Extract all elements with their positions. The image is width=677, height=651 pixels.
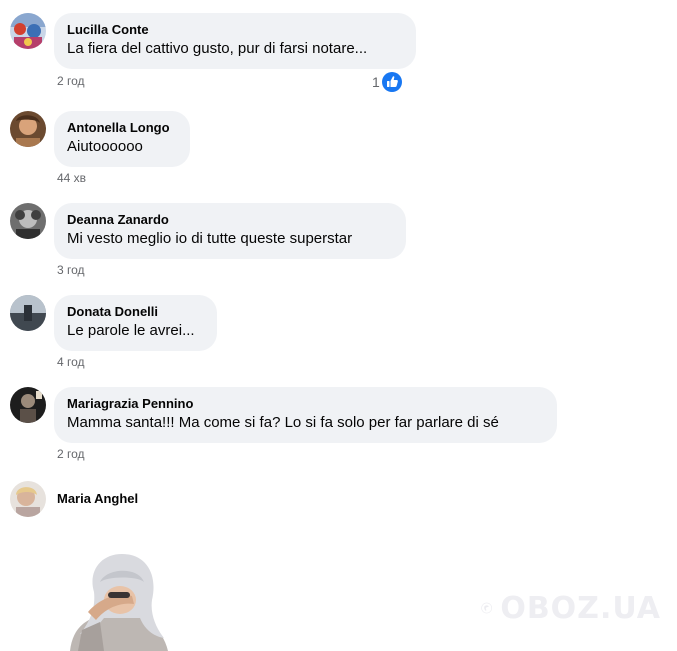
reaction-summary[interactable]: 1 (372, 72, 402, 92)
reaction-count: 1 (372, 74, 380, 90)
comment-author[interactable]: Mariagrazia Pennino (67, 396, 544, 412)
avatar[interactable] (10, 387, 46, 423)
avatar-image (10, 111, 46, 147)
comment-time[interactable]: 2 год (57, 447, 85, 461)
comment-text: Aiutoooooo (67, 138, 143, 155)
comment-author[interactable]: Maria Anghel (57, 491, 138, 506)
sticker-image[interactable] (60, 552, 174, 651)
avatar-image (10, 481, 46, 517)
comment-text: Mi vesto meglio io di tutte queste super… (67, 230, 353, 247)
comment-author[interactable]: Donata Donelli (67, 304, 204, 320)
watermark: OBOZ.UA (481, 578, 661, 638)
avatar-image (10, 13, 46, 49)
comment-author[interactable]: Lucilla Conte (67, 22, 403, 38)
avatar[interactable] (10, 295, 46, 331)
avatar-image (10, 387, 46, 423)
comment-author[interactable]: Antonella Longo (67, 120, 177, 136)
avatar[interactable] (10, 111, 46, 147)
globe-icon (481, 602, 493, 614)
avatar[interactable] (10, 203, 46, 239)
comment-text: Mamma santa!!! Ma come si fa? Lo si fa s… (67, 414, 499, 431)
avatar-image (10, 295, 46, 331)
watermark-text: OBOZ.UA (500, 590, 661, 626)
comment-bubble: Deanna Zanardo Mi vesto meglio io di tut… (54, 203, 406, 259)
comment-bubble: Lucilla Conte La fiera del cattivo gusto… (54, 13, 416, 69)
avatar[interactable] (10, 481, 46, 517)
avatar[interactable] (10, 13, 46, 49)
comment-text: Le parole le avrei... (67, 322, 195, 339)
comment-time[interactable]: 44 хв (57, 171, 86, 185)
comment-bubble: Antonella Longo Aiutoooooo (54, 111, 190, 167)
comment-author[interactable]: Deanna Zanardo (67, 212, 393, 228)
comment-time[interactable]: 4 год (57, 355, 85, 369)
comment-bubble: Donata Donelli Le parole le avrei... (54, 295, 217, 351)
comment-bubble: Mariagrazia Pennino Mamma santa!!! Ma co… (54, 387, 557, 443)
like-icon (381, 72, 402, 92)
comment-time[interactable]: 2 год (57, 74, 85, 88)
comment-time[interactable]: 3 год (57, 263, 85, 277)
comment-text: La fiera del cattivo gusto, pur di farsi… (67, 40, 368, 57)
avatar-image (10, 203, 46, 239)
